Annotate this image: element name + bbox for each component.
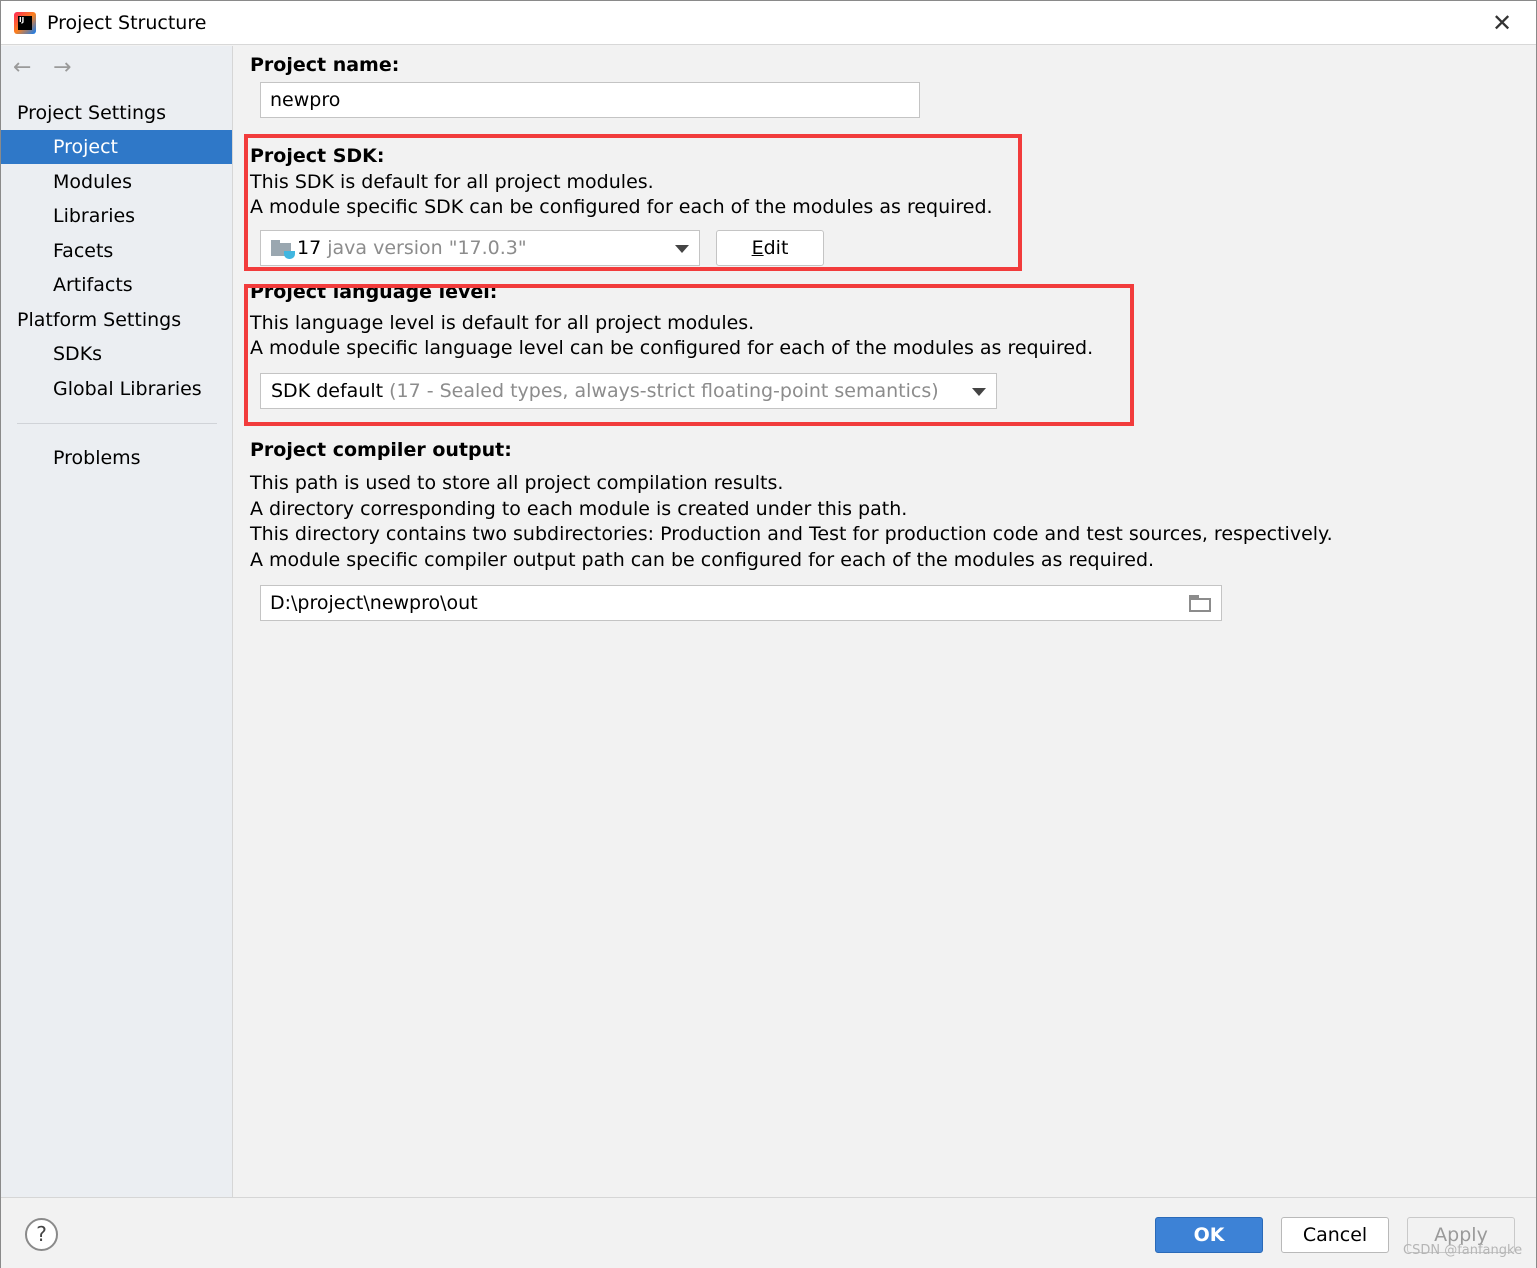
dialog-footer: ? OK Cancel Apply CSDN @fanfangke [1, 1197, 1536, 1268]
folder-open-icon[interactable] [1189, 595, 1213, 612]
compiler-output-path-input[interactable]: D:\project\newpro\out [260, 585, 1222, 621]
sidebar-item-libraries[interactable]: Libraries [1, 199, 232, 233]
language-level-desc-2: A module specific language level can be … [250, 337, 1094, 359]
sdk-version-detail: java version "17.0.3" [327, 237, 527, 259]
language-level-detail: (17 - Sealed types, always-strict floati… [389, 380, 939, 402]
chevron-down-icon [972, 388, 986, 396]
close-icon[interactable]: ✕ [1488, 9, 1516, 37]
sidebar-item-problems[interactable]: Problems [1, 441, 232, 475]
project-sdk-label: Project SDK: [250, 145, 385, 167]
project-structure-dialog: IJ Project Structure ✕ ← → Project Setti… [0, 0, 1537, 1268]
compiler-output-desc-3: This directory contains two subdirectori… [250, 523, 1333, 545]
window-title: Project Structure [47, 12, 207, 34]
project-sdk-desc-1: This SDK is default for all project modu… [250, 171, 654, 193]
watermark: CSDN @fanfangke [1403, 1243, 1523, 1258]
sidebar-item-facets[interactable]: Facets [1, 234, 232, 268]
content-panel: Project name: newpro Project SDK: This S… [234, 46, 1536, 1197]
compiler-output-path: D:\project\newpro\out [270, 592, 478, 614]
language-level-combo[interactable]: SDK default (17 - Sealed types, always-s… [260, 373, 997, 409]
sdk-folder-icon [271, 240, 295, 259]
sidebar-item-project[interactable]: Project [1, 130, 232, 164]
sidebar-item-global-libraries[interactable]: Global Libraries [1, 372, 232, 406]
project-sdk-combo[interactable]: 17 java version "17.0.3" [260, 230, 700, 266]
chevron-down-icon [675, 245, 689, 253]
compiler-output-desc-4: A module specific compiler output path c… [250, 549, 1155, 571]
sidebar: ← → Project Settings Project Modules Lib… [1, 46, 233, 1197]
project-name-input[interactable]: newpro [260, 82, 920, 118]
compiler-output-desc-1: This path is used to store all project c… [250, 472, 784, 494]
edit-sdk-button[interactable]: Edit [716, 230, 824, 266]
sidebar-item-artifacts[interactable]: Artifacts [1, 268, 232, 302]
sidebar-item-sdks[interactable]: SDKs [1, 337, 232, 371]
arrow-left-icon[interactable]: ← [13, 56, 39, 80]
ok-button[interactable]: OK [1155, 1217, 1263, 1253]
cancel-button[interactable]: Cancel [1281, 1217, 1389, 1253]
sidebar-section-project-settings: Project Settings [17, 102, 166, 124]
project-sdk-desc-2: A module specific SDK can be configured … [250, 196, 993, 218]
compiler-output-label: Project compiler output: [250, 439, 512, 461]
language-level-desc-1: This language level is default for all p… [250, 312, 755, 334]
help-icon[interactable]: ? [25, 1218, 58, 1251]
sidebar-section-platform-settings: Platform Settings [17, 309, 182, 331]
intellij-idea-icon: IJ [14, 12, 36, 34]
project-name-label: Project name: [250, 54, 400, 76]
sidebar-item-modules[interactable]: Modules [1, 165, 232, 199]
arrow-right-icon[interactable]: → [53, 56, 79, 80]
title-bar: IJ Project Structure ✕ [1, 1, 1536, 45]
language-level-label: Project language level: [250, 281, 498, 303]
sidebar-divider [17, 423, 217, 424]
sdk-version-main: 17 [297, 237, 322, 259]
compiler-output-desc-2: A directory corresponding to each module… [250, 498, 908, 520]
language-level-main: SDK default [271, 380, 384, 402]
